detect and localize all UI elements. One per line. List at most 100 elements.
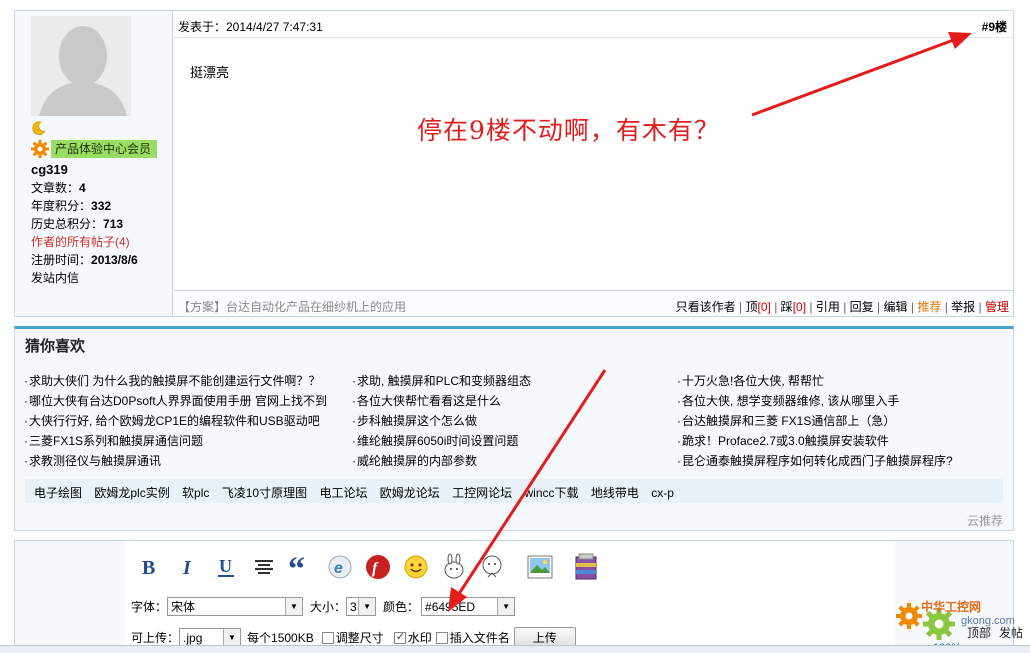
list-item[interactable]: 步科触摸屏这个怎么做 — [352, 411, 531, 431]
tag-link[interactable]: 电工论坛 — [319, 486, 367, 500]
avatar[interactable] — [31, 16, 131, 116]
list-item[interactable]: 哪位大侠有台达D0Psoft人界界面使用手册 官网上找不到 — [24, 391, 327, 411]
tag-link[interactable]: 软plc — [182, 486, 209, 500]
insert-image-button[interactable] — [525, 551, 555, 583]
per-size-label: 每个1500KB — [247, 631, 314, 645]
author-all-posts-link[interactable]: 作者的所有帖子(4) — [31, 233, 138, 251]
browser-status-bar — [0, 645, 1030, 653]
quote-link[interactable]: 引用 — [816, 300, 840, 314]
align-button[interactable] — [249, 551, 279, 583]
new-post-link[interactable]: 发帖 — [999, 624, 1023, 641]
size-select[interactable]: 3 ▼ — [346, 597, 377, 616]
watermark-checkbox[interactable] — [393, 630, 406, 644]
edit-link[interactable]: 编辑 — [884, 300, 908, 314]
italic-button[interactable]: I — [173, 551, 203, 583]
tag-link[interactable]: 欧姆龙plc实例 — [94, 486, 169, 500]
tag-link[interactable]: 工控网论坛 — [452, 486, 512, 500]
resize-checkbox[interactable] — [321, 631, 334, 644]
svg-text:U: U — [219, 556, 232, 576]
font-select[interactable]: 宋体 ▼ — [167, 597, 304, 616]
report-link[interactable]: 举报 — [951, 300, 975, 314]
color-select[interactable]: #6495ED ▼ — [421, 597, 516, 616]
list-item[interactable]: 维纶触摸屏6050i时间设置问题 — [352, 431, 531, 451]
tag-link[interactable]: 欧姆龙论坛 — [380, 486, 440, 500]
flash-icon: f — [366, 555, 390, 579]
list-item[interactable]: 求助大侠们 为什么我的触摸屏不能创建运行文件啊？？ — [24, 371, 327, 391]
image-icon — [527, 555, 553, 579]
emoji-button[interactable] — [401, 551, 431, 583]
guess-column-1: 求助大侠们 为什么我的触摸屏不能创建运行文件啊？？ 哪位大侠有台达D0Psoft… — [24, 371, 327, 471]
attachment-button[interactable] — [571, 551, 601, 583]
stat-total-points: 历史总积分：713 — [31, 217, 124, 231]
list-item[interactable]: 大侠行行好, 给个欧姆龙CP1E的编程软件和USB驱动吧 — [24, 411, 327, 431]
member-badge-label: 产品体验中心会员 — [51, 140, 158, 158]
chevron-down-icon: ▼ — [285, 598, 303, 615]
floor-number[interactable]: #9楼 — [982, 18, 1007, 35]
post-content: 挺漂亮 — [190, 65, 230, 80]
username[interactable]: cg319 — [31, 162, 68, 177]
red-annotation-text: 停在9楼不动啊，有木有？ — [417, 116, 720, 145]
underline-button[interactable]: U — [211, 551, 241, 583]
quote-icon: “ — [288, 553, 305, 581]
post-block: 产品体验中心会员 cg319 文章数：4 年度积分：332 历史总积分：713 … — [14, 10, 1014, 317]
chevron-down-icon: ▼ — [358, 598, 376, 615]
default-avatar-icon — [31, 16, 131, 116]
color-label: 颜色： — [383, 600, 420, 614]
format-row: 字体： 宋体 ▼ 大小： 3 ▼ 颜色： #6495ED ▼ — [131, 597, 516, 616]
reply-link[interactable]: 回复 — [850, 300, 874, 314]
flash-button[interactable]: f — [363, 551, 393, 583]
svg-text:B: B — [142, 557, 155, 579]
moon-icon — [32, 121, 46, 135]
stat-year-points: 年度积分：332 — [31, 199, 112, 213]
user-stats: 文章数：4 年度积分：332 历史总积分：713 作者的所有帖子(4) 注册时间… — [31, 179, 138, 287]
related-solution-link[interactable]: 【方案】台达自动化产品在细纱机上的应用 — [178, 298, 406, 315]
tag-bar: 电子绘图 欧姆龙plc实例 软plc 飞凌10寸原理图 电工论坛 欧姆龙论坛 工… — [25, 479, 1003, 503]
tag-link[interactable]: 地线带电 — [591, 486, 639, 500]
editor-toolbar-area: B I U “ e f 字体： 宋体 ▼ 大小： 3 ▼ 颜色： #6495ED… — [125, 541, 895, 653]
member-badge: 产品体验中心会员 — [30, 139, 158, 159]
list-item[interactable]: 各位大侠, 想学变频器维修, 该从哪里入手 — [677, 391, 953, 411]
recommend-link[interactable]: 推荐 — [917, 300, 941, 314]
back-to-top-link[interactable]: 顶部 — [967, 624, 991, 641]
ie-link-icon: e — [328, 555, 352, 579]
tag-link[interactable]: 电子绘图 — [34, 486, 82, 500]
italic-icon: I — [182, 557, 192, 579]
archive-icon — [575, 553, 597, 580]
special-emoji-button[interactable] — [439, 551, 469, 583]
gear-rank-icon — [31, 140, 49, 158]
list-item[interactable]: 昆仑通泰触摸屏程序如何转化成西门子触摸屏程序? — [677, 451, 953, 471]
tag-link[interactable]: wincc下载 — [525, 486, 579, 500]
list-item[interactable]: 十万火急!各位大侠, 帮帮忙 — [677, 371, 953, 391]
list-item[interactable]: 求教测径仪与触摸屏通讯 — [24, 451, 327, 471]
manage-link[interactable]: 管理 — [985, 300, 1009, 314]
watermark-label: 水印 — [407, 631, 432, 645]
insert-filename-checkbox[interactable] — [435, 631, 448, 644]
size-label: 大小： — [310, 600, 347, 614]
insert-filename-label: 插入文件名 — [449, 631, 510, 645]
underline-icon: U — [218, 556, 234, 577]
post-header: 发表于：2014/4/27 7:47:31 #9楼 — [174, 11, 1013, 38]
quote-button[interactable]: “ — [287, 551, 317, 583]
tag-link[interactable]: 飞凌10寸原理图 — [222, 486, 307, 500]
down-link[interactable]: 踩[0] — [781, 300, 806, 314]
list-item[interactable]: 台达触摸屏和三菱 FX1S通信部上（急） — [677, 411, 953, 431]
reply-editor: B I U “ e f 字体： 宋体 ▼ 大小： 3 ▼ 颜色： #6495ED… — [14, 540, 1014, 653]
tag-link[interactable]: cx-p — [651, 486, 674, 500]
guess-title: 猜你喜欢 — [25, 338, 86, 355]
list-item[interactable]: 跪求！Proface2.7或3.0触摸屏安装软件 — [677, 431, 953, 451]
smiley-icon — [404, 555, 428, 579]
face-emoji-button[interactable] — [477, 551, 507, 583]
bold-button[interactable]: B — [135, 551, 165, 583]
top-link[interactable]: 顶[0] — [746, 300, 771, 314]
post-timestamp: 发表于：2014/4/27 7:47:31 — [178, 20, 323, 34]
list-item[interactable]: 求助, 触摸屏和PLC和变频器组态 — [352, 371, 531, 391]
send-message-link[interactable]: 发站内信 — [31, 269, 138, 287]
guess-column-2: 求助, 触摸屏和PLC和变频器组态 各位大侠帮忙看看这是什么 步科触摸屏这个怎么… — [352, 371, 531, 471]
list-item[interactable]: 各位大侠帮忙看看这是什么 — [352, 391, 531, 411]
list-item[interactable]: 威纶触摸屏的内部参数 — [352, 451, 531, 471]
link-button[interactable]: e — [325, 551, 355, 583]
bunny-icon — [444, 553, 464, 579]
only-author-link[interactable]: 只看该作者 — [676, 300, 736, 314]
stat-posts: 文章数：4 — [31, 181, 86, 195]
list-item[interactable]: 三菱FX1S系列和触摸屏通信问题 — [24, 431, 327, 451]
